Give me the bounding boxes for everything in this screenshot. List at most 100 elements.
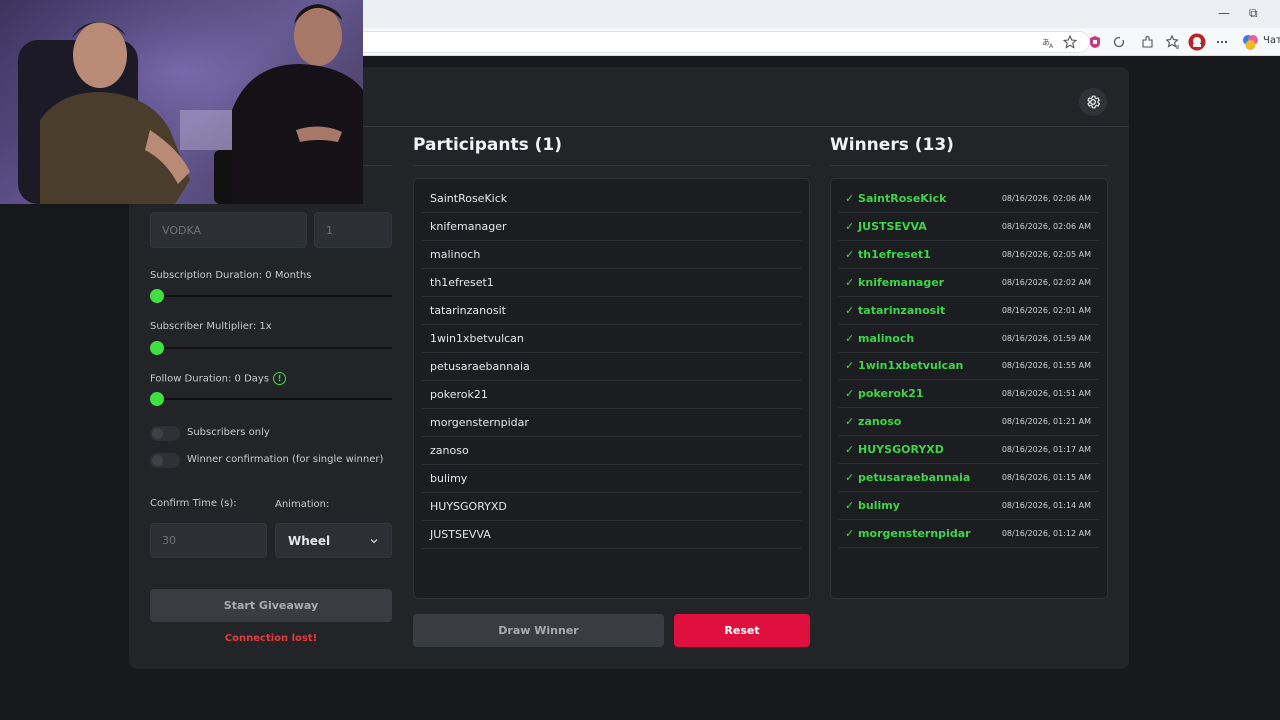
list-item: ✓ SaintRoseKick 08/16/2026, 02:06 AM [839, 185, 1099, 213]
winner-timestamp: 08/16/2026, 01:15 AM [1001, 473, 1091, 482]
winner-timestamp: 08/16/2026, 01:14 AM [1001, 500, 1091, 510]
list-item: ✓ th1efreset1 08/16/2026, 02:05 AM [839, 241, 1099, 269]
winner-timestamp: 08/16/2026, 01:17 AM [1001, 445, 1091, 455]
winner-name: ✓ th1efreset1 [845, 247, 931, 261]
follow-duration-label: Follow Duration: 0 Days [150, 373, 270, 385]
participant-name: bulimy [430, 472, 468, 485]
start-giveaway-button[interactable]: Start Giveaway [150, 589, 392, 622]
subscribers-only-label: Subscribers only [187, 427, 270, 438]
gear-icon [1087, 95, 1101, 109]
list-item: bulimy [422, 465, 801, 493]
winners-divider [830, 165, 1108, 166]
list-item: zanoso [422, 437, 801, 465]
list-item: ✓ 1win1xbetvulcan 08/16/2026, 01:55 AM [839, 352, 1099, 381]
follow-duration-slider[interactable] [157, 398, 392, 400]
participant-name: JUSTSEVVA [430, 528, 491, 541]
list-item: ✓ pokerok21 08/16/2026, 01:51 AM [839, 380, 1099, 409]
favorite-star-icon[interactable] [1061, 33, 1079, 51]
list-item: ✓ JUSTSEVVA 08/16/2026, 02:06 AM [839, 213, 1099, 241]
window-restore-button[interactable]: ⧉ [1249, 6, 1258, 21]
participant-name: tatarinzanosit [430, 304, 506, 317]
participant-name: th1efreset1 [430, 276, 494, 289]
list-item: pokerok21 [422, 381, 801, 409]
winner-timestamp: 08/16/2026, 01:55 AM [1001, 361, 1091, 371]
winner-confirmation-label: Winner confirmation (for single winner) [187, 454, 384, 465]
winner-name: ✓ bulimy [845, 498, 900, 512]
svg-text:A: A [1049, 43, 1054, 49]
list-item: petusaraebannaia [422, 353, 801, 381]
winner-timestamp: 08/16/2026, 01:21 AM [1001, 417, 1091, 427]
winner-timestamp: 08/16/2026, 02:02 AM [1001, 277, 1091, 287]
winner-timestamp: 08/16/2026, 02:06 AM [1001, 221, 1091, 231]
animation-select[interactable]: Wheel [275, 523, 392, 558]
list-item: morgensternpidar [422, 409, 801, 437]
winner-name: ✓ pokerok21 [845, 387, 924, 401]
winners-list: ✓ SaintRoseKick 08/16/2026, 02:06 AM ✓ JUS… [830, 178, 1108, 599]
participant-name: malinoch [430, 248, 481, 261]
subscription-duration-slider[interactable] [157, 295, 392, 297]
list-item: malinoch [422, 241, 801, 269]
participant-name: pokerok21 [430, 388, 488, 401]
list-item: ✓ zanoso 08/16/2026, 01:21 AM [839, 408, 1099, 437]
participants-list: SaintRoseKick knifemanager malinoch th1efre… [413, 178, 810, 599]
list-item: ✓ petusaraebannaia 08/16/2026, 01:15 AM [839, 464, 1099, 492]
participant-name: petusaraebannaia [430, 360, 530, 373]
participant-name: morgensternpidar [430, 416, 529, 429]
subscription-duration-label: Subscription Duration: 0 Months [150, 270, 312, 281]
winner-name: ✓ morgensternpidar [845, 526, 971, 540]
copilot-icon[interactable] [1241, 33, 1259, 51]
translate-icon[interactable]: あA [1040, 33, 1058, 51]
winner-timestamp: 08/16/2026, 01:51 AM [1001, 389, 1091, 399]
winner-name: ✓ HUYSGORYXD [845, 443, 944, 457]
winner-timestamp: 08/16/2026, 02:05 AM [1001, 249, 1091, 259]
toggle-knob [152, 428, 163, 439]
settings-button[interactable] [1079, 88, 1107, 116]
refresh-extension-icon[interactable] [1110, 33, 1128, 51]
list-item: th1efreset1 [422, 269, 801, 297]
winner-name: ✓ JUSTSEVVA [845, 219, 927, 233]
winner-name: ✓ SaintRoseKick [845, 192, 947, 205]
subscribers-only-toggle[interactable] [150, 426, 180, 441]
winner-name: ✓ petusaraebannaia [845, 471, 971, 484]
participant-name: 1win1xbetvulcan [430, 332, 524, 345]
url-field[interactable] [300, 31, 1090, 53]
list-item: ✓ knifemanager 08/16/2026, 02:02 AM [839, 269, 1099, 297]
list-item: ✓ HUYSGORYXD 08/16/2026, 01:17 AM [839, 436, 1099, 465]
winner-name: ✓ tatarinzanosit [845, 303, 946, 317]
profile-avatar-icon[interactable] [1188, 33, 1206, 51]
subscriber-multiplier-label: Subscriber Multiplier: 1x [150, 321, 272, 332]
favorites-icon[interactable] [1164, 33, 1182, 51]
subscriber-multiplier-thumb[interactable] [150, 341, 164, 355]
list-item: ✓ morgensternpidar 08/16/2026, 01:12 AM [839, 520, 1099, 548]
draw-winner-button[interactable]: Draw Winner [413, 614, 664, 647]
confirm-time-label: Confirm Time (s): [150, 498, 237, 509]
window-minimize-button[interactable]: — [1218, 6, 1230, 20]
subscriber-multiplier-slider[interactable] [157, 347, 392, 349]
winner-timestamp: 08/16/2026, 02:01 AM [1001, 305, 1091, 315]
extensions-puzzle-icon[interactable] [1139, 33, 1157, 51]
toggle-knob [152, 455, 163, 466]
follow-duration-thumb[interactable] [150, 392, 164, 406]
participant-name: knifemanager [430, 220, 507, 233]
info-icon[interactable]: ! [273, 372, 287, 385]
list-item: knifemanager [422, 213, 801, 241]
animation-select-value: Wheel [288, 533, 331, 548]
reset-button[interactable]: Reset [674, 614, 810, 647]
more-menu-icon[interactable] [1213, 33, 1231, 51]
list-item: ✓ bulimy 08/16/2026, 01:14 AM [839, 492, 1099, 520]
keyword-input[interactable]: VODKA [150, 212, 307, 248]
winner-name: ✓ malinoch [845, 331, 915, 345]
extension-icon[interactable] [1086, 33, 1104, 51]
participant-name: zanoso [430, 444, 469, 457]
winner-name: ✓ 1win1xbetvulcan [845, 359, 964, 373]
copilot-label[interactable]: Чат [1263, 35, 1280, 46]
subscription-duration-thumb[interactable] [150, 289, 164, 303]
follow-duration-row: Follow Duration: 0 Days! [150, 372, 287, 385]
winners-title: Winners (13) [830, 135, 954, 155]
participant-name: HUYSGORYXD [430, 500, 507, 513]
list-item: ✓ tatarinzanosit 08/16/2026, 02:01 AM [839, 297, 1099, 325]
animation-label: Animation: [275, 499, 330, 510]
confirm-time-input[interactable]: 30 [150, 523, 267, 558]
winners-count-input[interactable]: 1 [314, 212, 392, 248]
winner-confirmation-toggle[interactable] [150, 453, 180, 468]
